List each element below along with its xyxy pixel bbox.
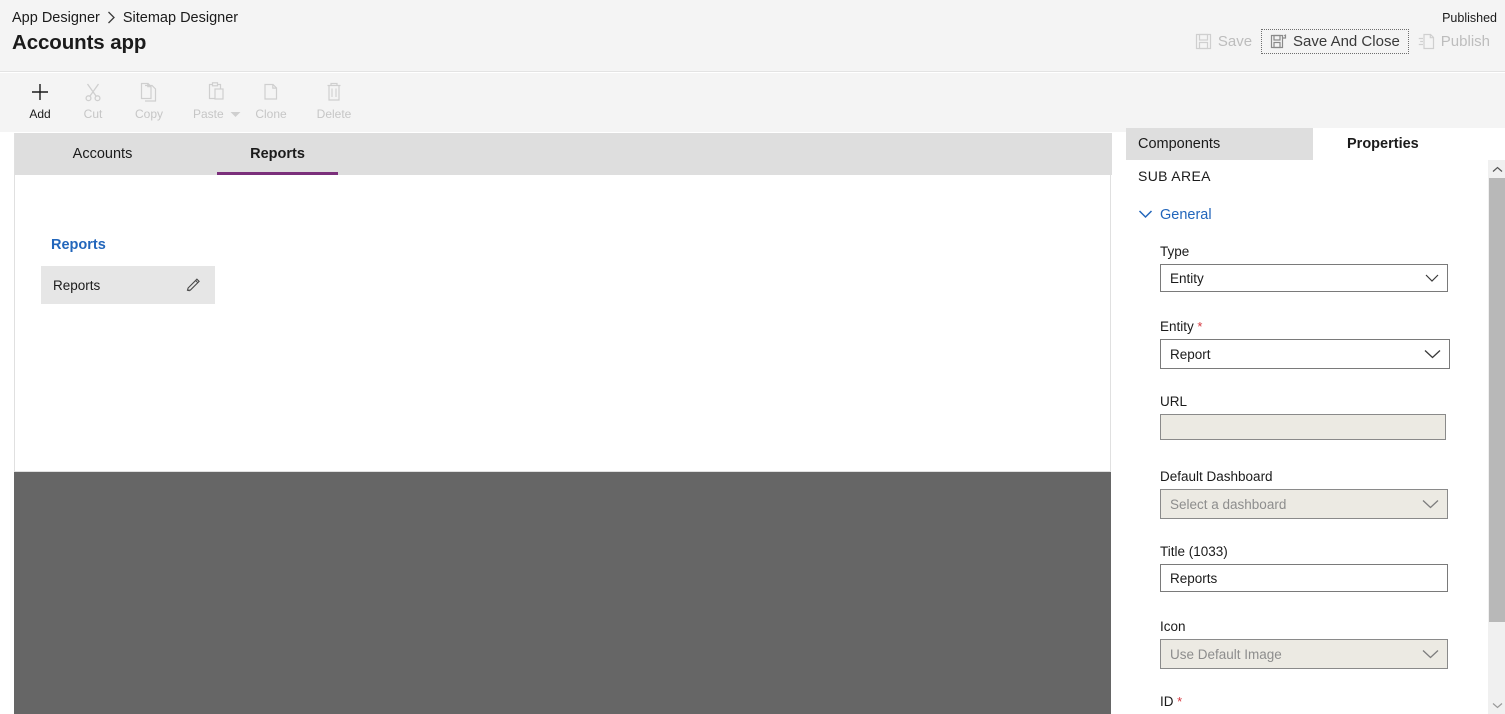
save-and-close-icon — [1270, 33, 1287, 50]
field-type: Type Entity — [1160, 244, 1448, 292]
field-id: ID * — [1160, 694, 1448, 714]
page-title: Accounts app — [12, 31, 147, 54]
field-default-dashboard: Default Dashboard Select a dashboard — [1160, 469, 1448, 519]
properties-panel: Components Properties SUB AREA General T… — [1126, 128, 1505, 714]
command-bar: Save Save And Close Publish — [1186, 29, 1499, 54]
tab-reports-label: Reports — [250, 146, 305, 162]
properties-scrollbar[interactable] — [1488, 160, 1505, 714]
publish-button-label: Publish — [1440, 33, 1490, 50]
toolbar-cut-label: Cut — [83, 107, 103, 121]
sitemap-canvas-body: Reports Reports — [15, 175, 1110, 470]
toolbar-clone-label: Clone — [255, 107, 287, 121]
panel-section-heading: SUB AREA — [1138, 168, 1211, 184]
toolbar-add-label: Add — [29, 107, 51, 121]
general-section-label: General — [1160, 207, 1212, 223]
type-dropdown-value: Entity — [1170, 270, 1204, 286]
sitemap-group-title[interactable]: Reports — [51, 237, 106, 253]
clone-icon — [260, 78, 282, 106]
designer-toolbar: Add Cut Copy Paste Clone Delete — [0, 73, 1505, 132]
sitemap-subarea-label: Reports — [53, 277, 101, 293]
field-title-label: Title (1033) — [1160, 544, 1228, 559]
field-url: URL — [1160, 394, 1446, 440]
field-type-label: Type — [1160, 244, 1190, 259]
toolbar-clone-button[interactable]: Clone — [239, 78, 303, 128]
tab-properties-label: Properties — [1347, 136, 1419, 152]
title-input-value: Reports — [1170, 570, 1218, 586]
tab-accounts-label: Accounts — [72, 146, 133, 162]
tab-reports[interactable]: Reports — [190, 133, 365, 175]
entity-dropdown-value: Report — [1170, 346, 1211, 362]
icon-dropdown-placeholder: Use Default Image — [1170, 646, 1282, 662]
save-button[interactable]: Save — [1186, 29, 1261, 54]
entity-dropdown[interactable]: Report — [1160, 339, 1450, 369]
url-input[interactable] — [1160, 414, 1446, 440]
clipboard-icon — [206, 78, 228, 106]
sitemap-area-tabs: Accounts Reports — [15, 133, 1112, 175]
breadcrumb-sitemap-designer[interactable]: Sitemap Designer — [123, 10, 238, 26]
tab-components-label: Components — [1138, 136, 1221, 152]
publish-icon — [1418, 33, 1435, 50]
tab-properties[interactable]: Properties — [1313, 128, 1505, 160]
breadcrumb-app-designer[interactable]: App Designer — [12, 10, 100, 26]
field-entity: Entity * Report — [1160, 319, 1450, 369]
sitemap-subarea-card[interactable]: Reports — [41, 266, 215, 304]
chevron-down-icon — [1424, 349, 1441, 359]
toolbar-copy-button[interactable]: Copy — [117, 78, 181, 128]
toolbar-delete-label: Delete — [316, 107, 352, 121]
scrollbar-thumb[interactable] — [1489, 178, 1505, 622]
required-asterisk: * — [1173, 694, 1183, 709]
field-default-dashboard-label: Default Dashboard — [1160, 469, 1273, 484]
chevron-down-icon — [1422, 499, 1439, 509]
field-icon: Icon Use Default Image — [1160, 619, 1448, 669]
tab-components[interactable]: Components — [1126, 128, 1313, 160]
toolbar-paste-label: Paste — [193, 107, 241, 121]
scroll-up-icon[interactable] — [1489, 160, 1505, 178]
icon-dropdown[interactable]: Use Default Image — [1160, 639, 1448, 669]
toolbar-cut-button[interactable]: Cut — [61, 78, 125, 128]
required-asterisk: * — [1193, 319, 1203, 334]
save-icon — [1195, 33, 1212, 50]
save-and-close-button-label: Save And Close — [1293, 33, 1400, 50]
default-dashboard-placeholder: Select a dashboard — [1170, 496, 1287, 512]
field-entity-label: Entity * — [1160, 319, 1203, 334]
field-id-label: ID * — [1160, 694, 1183, 709]
general-section-toggle[interactable]: General — [1138, 206, 1212, 224]
copy-icon — [138, 78, 160, 106]
default-dashboard-dropdown[interactable]: Select a dashboard — [1160, 489, 1448, 519]
breadcrumb-separator-icon — [107, 11, 116, 26]
plus-icon — [29, 78, 51, 106]
publish-button[interactable]: Publish — [1409, 29, 1499, 54]
chevron-down-icon — [1422, 649, 1439, 659]
tab-accounts[interactable]: Accounts — [15, 133, 190, 175]
title-input[interactable]: Reports — [1160, 564, 1448, 592]
chevron-down-icon — [1138, 206, 1153, 224]
toolbar-delete-button[interactable]: Delete — [302, 78, 366, 128]
chevron-down-icon — [1425, 274, 1439, 283]
properties-panel-body: SUB AREA General Type Entity Entity * Re… — [1126, 160, 1505, 714]
type-dropdown[interactable]: Entity — [1160, 264, 1448, 292]
status-badge: Published — [1442, 11, 1497, 25]
save-and-close-button[interactable]: Save And Close — [1261, 29, 1409, 54]
field-title: Title (1033) Reports — [1160, 544, 1448, 592]
save-button-label: Save — [1217, 33, 1253, 50]
pencil-icon[interactable] — [183, 275, 203, 295]
scissors-icon — [82, 78, 104, 106]
scroll-down-icon[interactable] — [1489, 696, 1505, 714]
panel-tablist: Components Properties — [1126, 128, 1505, 160]
breadcrumb: App Designer Sitemap Designer — [12, 10, 238, 26]
field-icon-label: Icon — [1160, 619, 1186, 634]
canvas-overlay — [14, 472, 1111, 714]
toolbar-copy-label: Copy — [134, 107, 163, 121]
trash-icon — [323, 78, 345, 106]
sitemap-canvas: Accounts Reports Reports Reports — [14, 133, 1112, 472]
field-url-label: URL — [1160, 394, 1188, 409]
app-header: App Designer Sitemap Designer Accounts a… — [0, 0, 1505, 72]
